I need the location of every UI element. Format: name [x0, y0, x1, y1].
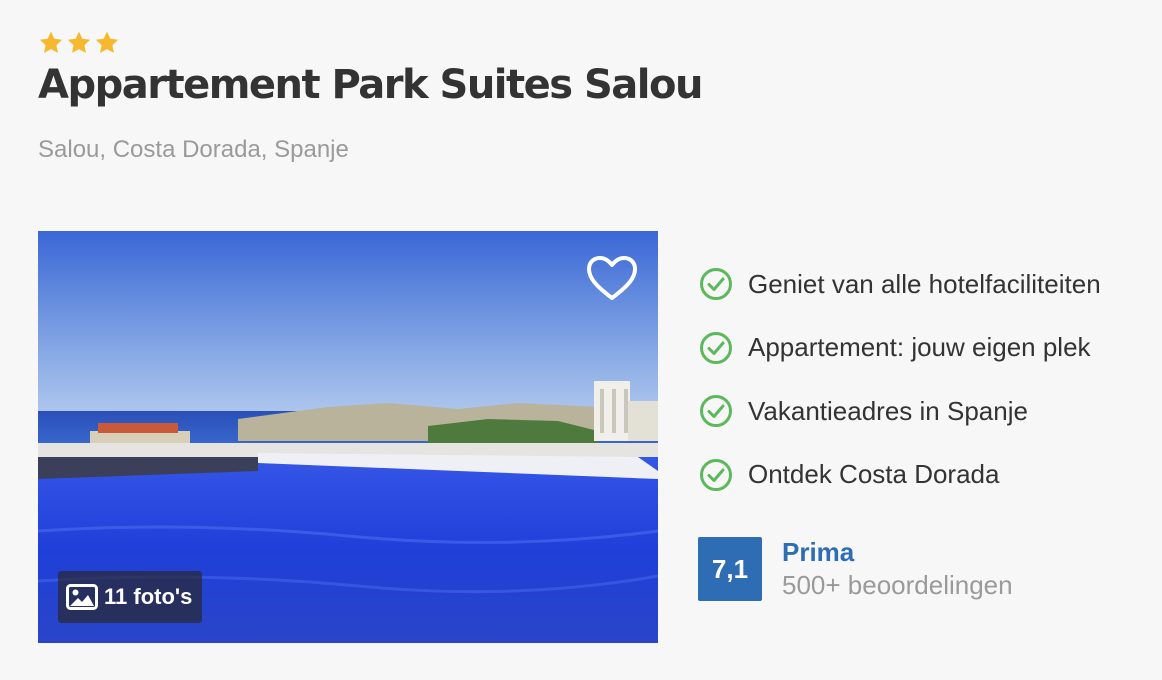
- feature-item: Appartement: jouw eigen plek: [699, 328, 1101, 368]
- rating-label-link[interactable]: Prima: [782, 537, 1013, 567]
- check-circle-icon: [700, 458, 732, 491]
- hotel-title: Appartement Park Suites Salou: [38, 62, 703, 108]
- hotel-location: Salou, Costa Dorada, Spanje: [38, 136, 349, 163]
- check-circle-icon: [700, 268, 732, 300]
- feature-text: Vakantieadres in Spanje: [748, 395, 1028, 426]
- feature-text: Appartement: jouw eigen plek: [748, 332, 1091, 362]
- hotel-card: Appartement Park Suites Salou Salou, Cos…: [0, 0, 1162, 680]
- review-rating[interactable]: 7,1 Prima 500+ beoordelingen: [698, 537, 1013, 603]
- rating-score-badge: 7,1: [698, 537, 762, 601]
- image-icon: [66, 584, 98, 610]
- star-rating: [38, 30, 120, 56]
- rating-text: Prima 500+ beoordelingen: [782, 537, 1013, 603]
- hotel-photo[interactable]: 11 foto's: [38, 231, 658, 643]
- photo-count-button[interactable]: 11 foto's: [58, 571, 203, 623]
- feature-item: Ontdek Costa Dorada: [699, 455, 1101, 495]
- feature-item: Vakantieadres in Spanje: [699, 391, 1101, 431]
- star-icon: [67, 31, 91, 53]
- photo-count-label: 11 foto's: [104, 584, 193, 609]
- review-count: 500+ beoordelingen: [782, 570, 1013, 600]
- feature-text: Ontdek Costa Dorada: [748, 459, 1000, 489]
- feature-list: Geniet van alle hotelfaciliteiten Appart…: [699, 264, 1101, 518]
- check-circle-icon: [700, 395, 732, 427]
- star-icon: [95, 31, 119, 53]
- feature-item: Geniet van alle hotelfaciliteiten: [699, 264, 1101, 304]
- feature-text: Geniet van alle hotelfaciliteiten: [748, 268, 1101, 299]
- check-circle-icon: [700, 331, 732, 364]
- star-icon: [39, 31, 63, 53]
- favorite-heart-icon[interactable]: [586, 255, 638, 303]
